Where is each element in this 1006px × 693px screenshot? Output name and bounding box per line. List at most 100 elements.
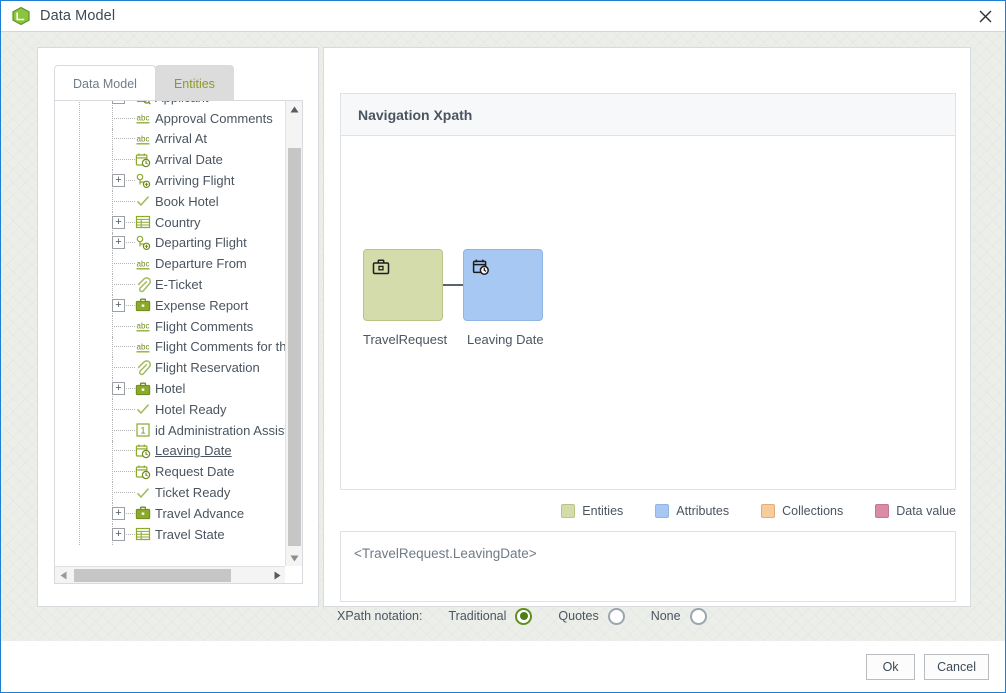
abc-text-icon: abc [135, 131, 151, 147]
tab-data-model[interactable]: Data Model [54, 65, 156, 101]
close-icon[interactable] [965, 1, 1005, 31]
tree-item-departing-flight[interactable]: + Departing Flight [55, 233, 286, 254]
tree-expand-icon[interactable]: + [112, 101, 125, 104]
briefcase-icon [135, 297, 151, 313]
title-bar: Data Model [1, 1, 1005, 32]
boolean-check-icon [135, 401, 151, 417]
tree-vertical-scrollbar[interactable] [285, 101, 302, 567]
diagram-edge [443, 284, 465, 286]
entity-tree-viewport[interactable]: + Applicant abc Approval Comments abc Ar… [55, 101, 286, 567]
briefcase-icon [135, 381, 151, 397]
entity-tree: + Applicant abc Approval Comments abc Ar… [55, 101, 286, 545]
tree-item-label: Hotel [155, 381, 185, 396]
window-title: Data Model [40, 8, 115, 24]
scroll-right-arrow[interactable] [269, 567, 286, 584]
diagram-node-travelrequest-label: TravelRequest [363, 332, 447, 347]
diagram-canvas[interactable]: TravelRequest Leaving Date [340, 135, 956, 490]
tree-item-travel-state[interactable]: + Travel State [55, 524, 286, 545]
legend-label-data-value: Data value [896, 504, 956, 518]
tree-item-arrival-at[interactable]: abc Arrival At [55, 129, 286, 150]
tree-item-label: Travel State [155, 527, 225, 542]
tree-expand-icon[interactable]: + [112, 236, 125, 249]
tree-connector-line [112, 138, 135, 139]
radio-option-none[interactable]: None [651, 608, 707, 625]
tree-connector-line [126, 305, 135, 306]
tree-item-label: Hotel Ready [155, 402, 227, 417]
tree-item-flight-comments-for-the[interactable]: abc Flight Comments for the [55, 337, 286, 358]
date-time-icon [472, 258, 490, 276]
navigation-xpath-title: Navigation Xpath [358, 107, 472, 123]
scroll-up-arrow[interactable] [286, 101, 303, 118]
ok-button[interactable]: Ok [866, 654, 915, 680]
tab-entities[interactable]: Entities [155, 65, 234, 101]
radio-quotes[interactable] [608, 608, 625, 625]
svg-text:abc: abc [137, 259, 150, 268]
association-icon [135, 173, 151, 189]
tree-item-arriving-flight[interactable]: + Arriving Flight [55, 170, 286, 191]
tree-item-hotel[interactable]: + Hotel [55, 378, 286, 399]
tree-connector-line [112, 159, 135, 160]
tree-item-label: Leaving Date [155, 443, 232, 458]
tree-item-label: Flight Reservation [155, 360, 260, 375]
boolean-check-icon [135, 485, 151, 501]
diagram-node-leaving-date-label: Leaving Date [467, 332, 544, 347]
tree-item-e-ticket[interactable]: E-Ticket [55, 274, 286, 295]
diagram-node-travelrequest[interactable] [363, 249, 443, 321]
attachment-icon [135, 277, 151, 293]
tree-item-expense-report[interactable]: + Expense Report [55, 295, 286, 316]
tree-expand-icon[interactable]: + [112, 382, 125, 395]
radio-none[interactable] [690, 608, 707, 625]
tree-expand-icon[interactable]: + [112, 299, 125, 312]
tree-connector-line [112, 284, 135, 285]
diagram-node-leaving-date[interactable] [463, 249, 543, 321]
abc-text-icon: abc [135, 256, 151, 272]
tree-item-country[interactable]: + Country [55, 212, 286, 233]
tree-item-leaving-date[interactable]: Leaving Date [55, 441, 286, 462]
radio-label-quotes: Quotes [558, 609, 598, 623]
tab-bar: Data Model Entities [54, 65, 234, 101]
radio-dot-traditional [520, 612, 528, 620]
tree-connector-line [112, 471, 135, 472]
tree-expand-icon[interactable]: + [112, 216, 125, 229]
cancel-button[interactable]: Cancel [924, 654, 989, 680]
tree-expand-icon[interactable]: + [112, 528, 125, 541]
tree-expand-icon[interactable]: + [112, 174, 125, 187]
tree-item-departure-from[interactable]: abc Departure From [55, 253, 286, 274]
tree-item-ticket-ready[interactable]: Ticket Ready [55, 482, 286, 503]
tree-item-flight-comments[interactable]: abc Flight Comments [55, 316, 286, 337]
boolean-check-icon [135, 193, 151, 209]
legend-swatch-collections [761, 504, 775, 518]
tree-item-request-date[interactable]: Request Date [55, 461, 286, 482]
scroll-left-arrow[interactable] [55, 567, 72, 584]
radio-traditional[interactable] [515, 608, 532, 625]
tree-item-approval-comments[interactable]: abc Approval Comments [55, 108, 286, 129]
tree-horizontal-scrollbar[interactable] [55, 566, 286, 583]
tree-item-id-administration-assist[interactable]: 1id Administration Assist [55, 420, 286, 441]
right-panel: Navigation Xpath [323, 47, 971, 607]
legend-swatch-data-value [875, 504, 889, 518]
tree-item-travel-advance[interactable]: + Travel Advance [55, 503, 286, 524]
tree-item-label: Travel Advance [155, 506, 244, 521]
tree-item-label: Departure From [155, 256, 247, 271]
tree-expand-icon[interactable]: + [112, 507, 125, 520]
tree-item-book-hotel[interactable]: Book Hotel [55, 191, 286, 212]
legend-item-entities: Entities [561, 504, 623, 518]
tab-entities-label: Entities [174, 77, 215, 91]
tree-item-hotel-ready[interactable]: Hotel Ready [55, 399, 286, 420]
radio-option-quotes[interactable]: Quotes [558, 608, 624, 625]
tree-connector-line [112, 326, 135, 327]
tree-hscroll-thumb[interactable] [74, 569, 231, 582]
xpath-output-box[interactable]: <TravelRequest.LeavingDate> [340, 531, 956, 602]
tree-item-applicant[interactable]: + Applicant [55, 101, 286, 108]
legend-label-collections: Collections [782, 504, 843, 518]
tree-item-flight-reservation[interactable]: Flight Reservation [55, 357, 286, 378]
tab-data-model-label: Data Model [73, 77, 137, 91]
tree-item-arrival-date[interactable]: Arrival Date [55, 149, 286, 170]
tree-connector-line [126, 222, 135, 223]
radio-option-traditional[interactable]: Traditional [448, 608, 532, 625]
association-icon [135, 235, 151, 251]
scroll-down-arrow[interactable] [286, 550, 303, 567]
tree-vscroll-thumb[interactable] [288, 148, 301, 546]
table-icon [135, 214, 151, 230]
tree-connector-line [112, 492, 135, 493]
